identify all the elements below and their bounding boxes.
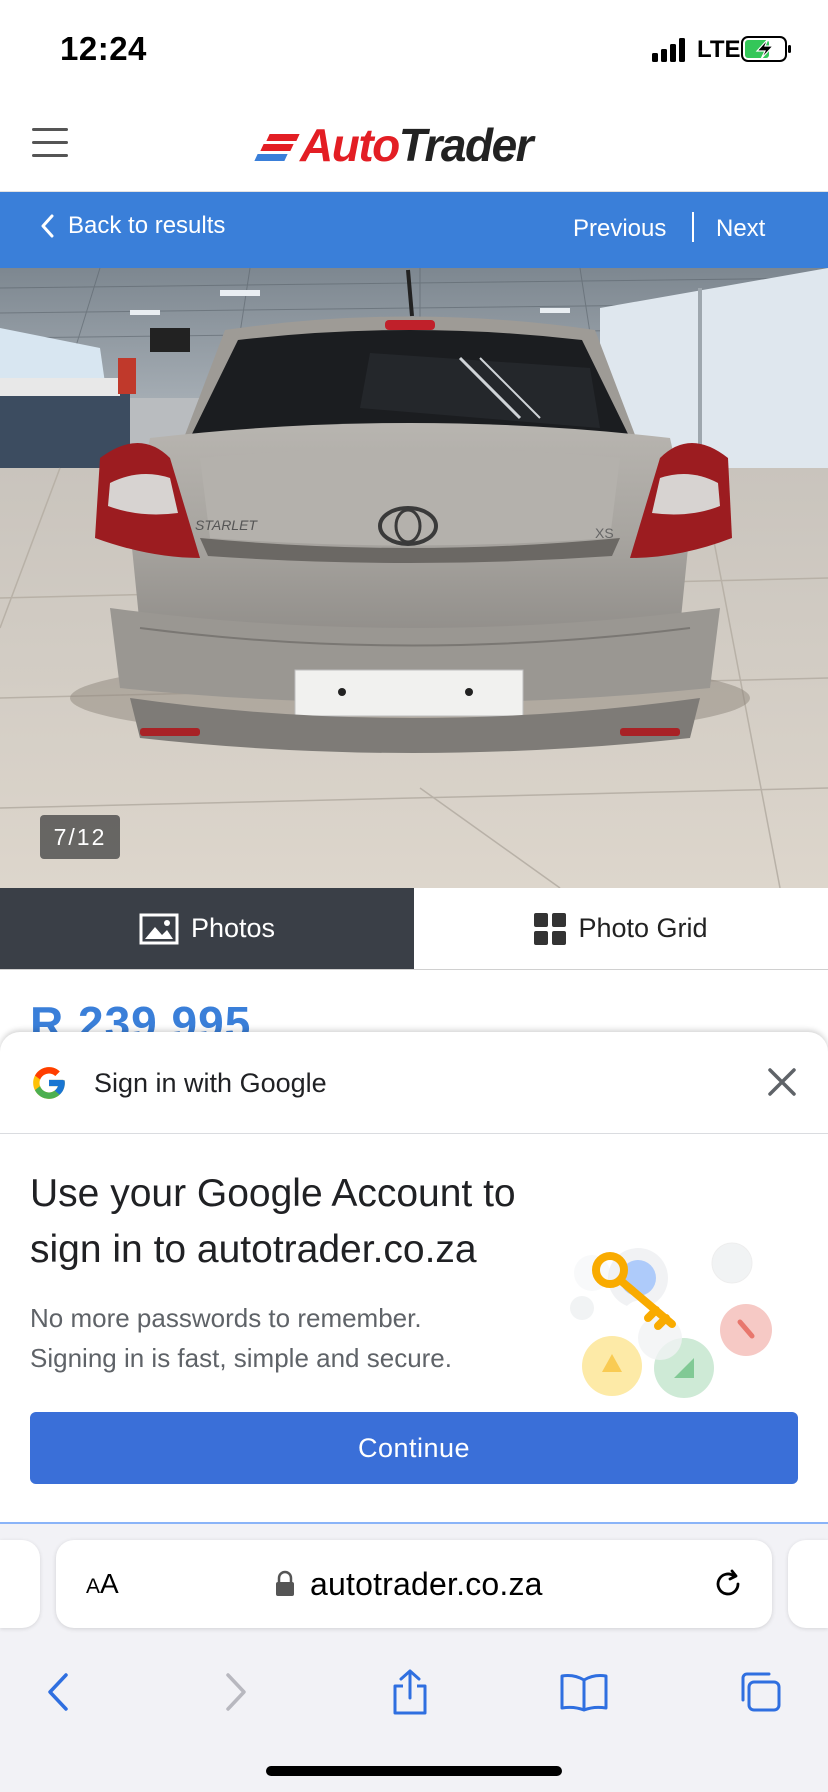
network-type: LTE — [697, 36, 741, 63]
continue-button[interactable]: Continue — [30, 1412, 798, 1484]
gallery-tabs: Photos Photo Grid — [0, 888, 828, 970]
status-time: 12:24 — [60, 30, 147, 67]
home-indicator — [266, 1766, 562, 1776]
key-illustration-icon — [570, 1242, 772, 1398]
reload-icon[interactable] — [710, 1566, 746, 1602]
browser-toolbar — [0, 1652, 828, 1732]
back-icon[interactable] — [28, 1662, 88, 1722]
tab-photos[interactable]: Photos — [0, 888, 414, 969]
next-tab-peek[interactable] — [788, 1540, 828, 1628]
battery-charging-icon — [741, 36, 791, 62]
back-to-results-link[interactable]: Back to results — [40, 212, 225, 240]
chevron-left-icon — [41, 214, 54, 238]
forward-icon[interactable] — [206, 1662, 266, 1722]
hamburger-menu-icon[interactable] — [32, 128, 68, 158]
nav-divider — [692, 212, 694, 242]
next-link[interactable]: Next — [716, 215, 765, 243]
sheet-headline: Use your Google Account to sign in to au… — [30, 1172, 516, 1271]
tab-photos-label: Photos — [190, 913, 276, 943]
url-text: autotrader.co.za — [310, 1566, 543, 1602]
image-icon — [139, 913, 179, 944]
tab-photo-grid[interactable]: Photo Grid — [414, 888, 828, 969]
logo-stripes — [254, 128, 300, 162]
logo-text: AutoTrader — [300, 119, 534, 171]
page: 12:24 LTE AutoTrader Back to results Pre… — [0, 0, 828, 1792]
share-icon[interactable] — [380, 1662, 440, 1722]
tab-photo-grid-label: Photo Grid — [578, 913, 708, 943]
google-signin-sheet: Sign in with Google Use your Google Acco… — [0, 1032, 828, 1524]
photo-counter: 7/12 — [40, 815, 120, 859]
site-header: AutoTrader — [0, 96, 828, 192]
lock-icon — [276, 1570, 294, 1596]
car-rear-image: STARLET XS — [0, 268, 828, 888]
google-logo-icon — [33, 1067, 65, 1099]
previous-link[interactable]: Previous — [573, 215, 666, 243]
previous-tab-peek[interactable] — [0, 1540, 40, 1628]
sheet-subtext: No more passwords to remember. Signing i… — [30, 1303, 452, 1373]
back-to-results-label: Back to results — [68, 212, 226, 239]
svg-text:XS: XS — [595, 525, 614, 541]
bookmarks-icon[interactable] — [554, 1662, 614, 1722]
tabs-icon[interactable] — [730, 1662, 790, 1722]
sheet-header: Sign in with Google — [0, 1032, 828, 1134]
browser-bottom-bar: AA autotrader.co.za — [0, 1524, 828, 1792]
svg-text:STARLET: STARLET — [195, 517, 258, 533]
sheet-title: Sign in with Google — [94, 1068, 327, 1098]
grid-icon — [534, 912, 567, 945]
address-bar[interactable]: AA autotrader.co.za — [56, 1540, 772, 1628]
autotrader-logo[interactable]: AutoTrader — [254, 118, 534, 172]
car-photo[interactable]: STARLET XS 7/12 — [0, 268, 828, 888]
close-icon[interactable] — [764, 1064, 800, 1100]
signal-icon — [652, 38, 688, 62]
results-nav-bar: Back to results Previous Next — [0, 192, 828, 268]
reader-settings-button[interactable]: AA — [86, 1568, 119, 1600]
status-bar: 12:24 LTE — [0, 0, 828, 96]
